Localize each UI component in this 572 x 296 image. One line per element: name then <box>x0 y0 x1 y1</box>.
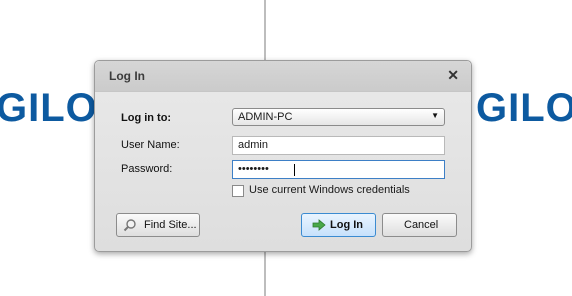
background-divider-top <box>264 0 266 60</box>
username-field[interactable]: admin <box>232 136 445 155</box>
dialog-titlebar: Log In ✕ <box>95 61 471 92</box>
password-label: Password: <box>121 163 173 175</box>
login-to-value: ADMIN-PC <box>238 111 293 123</box>
login-button[interactable]: Log In <box>301 213 376 237</box>
chevron-down-icon: ▼ <box>431 111 439 120</box>
login-dialog: Log In ✕ Log in to: ADMIN-PC ▼ User Name… <box>94 60 472 252</box>
login-to-label: Log in to: <box>121 112 172 124</box>
brand-logo-right: GILO <box>476 86 572 130</box>
login-label: Log In <box>330 219 363 231</box>
password-value: •••••••• <box>238 163 269 175</box>
use-windows-credentials-checkbox[interactable] <box>232 185 244 197</box>
text-caret <box>294 164 295 176</box>
cancel-label: Cancel <box>404 219 439 231</box>
username-label: User Name: <box>121 139 180 151</box>
password-field[interactable]: •••••••• <box>232 160 445 179</box>
username-value: admin <box>238 139 268 151</box>
close-icon[interactable]: ✕ <box>447 67 459 84</box>
brand-logo-left: GILO <box>0 86 98 130</box>
arrow-right-icon <box>312 219 326 231</box>
cancel-button[interactable]: Cancel <box>382 213 457 237</box>
background-divider-bottom <box>264 250 266 296</box>
use-windows-credentials-label[interactable]: Use current Windows credentials <box>249 184 410 196</box>
login-to-select[interactable]: ADMIN-PC ▼ <box>232 108 445 126</box>
find-site-label: Find Site... <box>144 219 197 231</box>
dialog-title: Log In <box>109 69 145 83</box>
find-site-button[interactable]: Find Site... <box>116 213 200 237</box>
magnifier-icon <box>123 219 136 232</box>
